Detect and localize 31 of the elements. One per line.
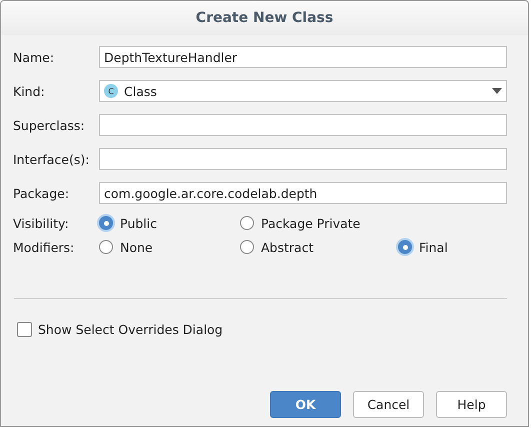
window-title: Create New Class	[196, 10, 334, 26]
field-label: Package:	[13, 186, 70, 200]
radio-label: Abstract	[261, 240, 314, 254]
checkbox[interactable]	[17, 322, 32, 337]
radio-button[interactable]	[398, 240, 412, 254]
kind-dropdown[interactable]: C Class	[99, 80, 507, 102]
dialog-button[interactable]: OK	[270, 391, 341, 418]
dialog-button[interactable]: Help	[436, 391, 507, 418]
radio-label: None	[120, 240, 153, 254]
field-label: Name:	[13, 50, 56, 64]
input-field[interactable]: com.google.ar.core.codelab.depth	[99, 182, 507, 204]
input-field[interactable]	[99, 114, 507, 136]
field-label: Superclass:	[13, 118, 86, 132]
field-label: Interface(s):	[13, 152, 90, 166]
dropdown-value: Class	[124, 84, 157, 98]
group-label: Modifiers:	[13, 240, 76, 254]
class-icon: C	[104, 84, 118, 98]
radio-button[interactable]	[240, 216, 254, 230]
radio-label: Public	[120, 216, 157, 230]
radio-button[interactable]	[99, 240, 113, 254]
radio-button[interactable]	[99, 216, 113, 230]
radio-label: Final	[419, 240, 448, 254]
radio-button[interactable]	[240, 240, 254, 254]
input-field[interactable]: DepthTextureHandler	[99, 46, 507, 68]
radio-label: Package Private	[261, 216, 360, 230]
group-label: Visibility:	[13, 216, 70, 230]
caret-icon	[492, 88, 502, 94]
input-field[interactable]	[99, 148, 507, 170]
field-label: Kind:	[13, 84, 46, 98]
dialog-button[interactable]: Cancel	[353, 391, 424, 418]
checkbox-label: Show Select Overrides Dialog	[38, 322, 223, 337]
